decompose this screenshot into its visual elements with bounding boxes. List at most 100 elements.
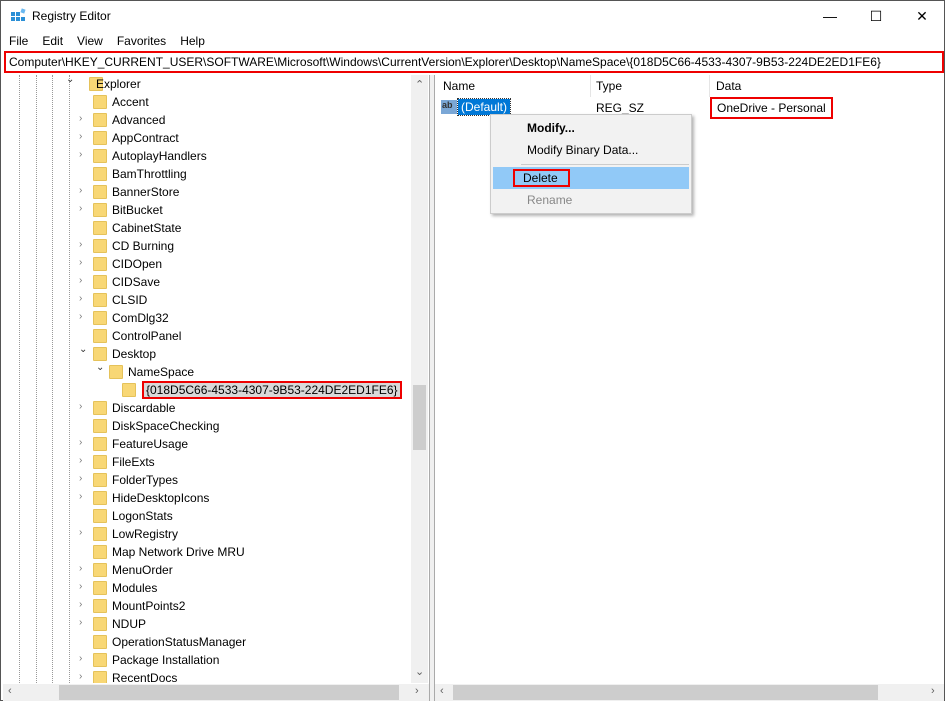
maximize-button[interactable]: ☐ — [853, 1, 899, 31]
tree-node[interactable]: › HideDesktopIcons — [3, 489, 413, 507]
tree-node[interactable]: › FeatureUsage — [3, 435, 413, 453]
chevron-right-icon[interactable]: › — [79, 473, 89, 484]
menu-view[interactable]: View — [69, 32, 109, 50]
chevron-right-icon[interactable]: › — [79, 275, 89, 286]
folder-icon — [93, 635, 107, 649]
tree-node[interactable]: › AutoplayHandlers — [3, 147, 413, 165]
folder-icon — [93, 599, 107, 613]
chevron-right-icon[interactable]: › — [79, 599, 89, 610]
chevron-right-icon[interactable]: › — [79, 671, 89, 682]
tree-node[interactable]: ⌄ Desktop — [3, 344, 413, 363]
scroll-up-icon[interactable]: ⌃ — [415, 78, 424, 91]
menu-item-delete[interactable]: Delete — [493, 167, 689, 189]
context-menu: Modify... Modify Binary Data... Delete R… — [490, 114, 692, 214]
tree-node[interactable]: ⌄ Explorer — [3, 75, 413, 93]
menu-help[interactable]: Help — [172, 32, 211, 50]
tree-hscroll-thumb[interactable] — [59, 685, 399, 700]
chevron-down-icon[interactable]: ⌄ — [66, 75, 76, 85]
chevron-right-icon[interactable]: › — [79, 257, 89, 268]
chevron-right-icon[interactable]: › — [79, 527, 89, 538]
tree-node[interactable]: DiskSpaceChecking — [3, 417, 413, 435]
folder-icon — [93, 509, 107, 523]
tree-node[interactable]: › CIDSave — [3, 273, 413, 291]
tree-node[interactable]: OperationStatusManager — [3, 633, 413, 651]
chevron-right-icon[interactable]: › — [79, 437, 89, 448]
value-data: OneDrive - Personal — [710, 97, 833, 119]
tree-node[interactable]: ⌄ NameSpace — [3, 362, 413, 381]
tree-node[interactable]: › FolderTypes — [3, 471, 413, 489]
tree-node[interactable]: › LowRegistry — [3, 525, 413, 543]
tree-node[interactable]: › ComDlg32 — [3, 309, 413, 327]
folder-icon — [93, 275, 107, 289]
scroll-left-icon[interactable]: ‹ — [8, 685, 12, 697]
column-header-name[interactable]: Name — [435, 75, 483, 97]
column-header-data[interactable]: Data — [708, 75, 749, 97]
tree-node-label: CIDSave — [112, 275, 161, 289]
tree-scroll-thumb[interactable] — [413, 385, 426, 450]
tree-horizontal-scrollbar[interactable]: ‹ › — [3, 684, 429, 701]
chevron-down-icon[interactable]: ⌄ — [79, 344, 89, 355]
tree-node[interactable]: › NDUP — [3, 615, 413, 633]
tree-vertical-scrollbar[interactable]: ⌃ ⌄ — [411, 75, 428, 683]
tree-node[interactable]: › BannerStore — [3, 183, 413, 201]
tree-node[interactable]: ControlPanel — [3, 327, 413, 345]
scroll-right-icon[interactable]: › — [415, 685, 419, 697]
chevron-right-icon[interactable]: › — [79, 203, 89, 214]
tree-node-label: ControlPanel — [112, 329, 182, 343]
chevron-right-icon[interactable]: › — [79, 401, 89, 412]
chevron-right-icon[interactable]: › — [79, 653, 89, 664]
tree-node[interactable]: › Discardable — [3, 399, 413, 417]
list-horizontal-scrollbar[interactable]: ‹ › — [435, 684, 944, 701]
tree-node[interactable]: › CLSID — [3, 291, 413, 309]
scroll-left-icon[interactable]: ‹ — [440, 685, 444, 697]
chevron-right-icon[interactable]: › — [79, 239, 89, 250]
menu-item-modify-binary[interactable]: Modify Binary Data... — [493, 139, 689, 161]
tree-node-label: Desktop — [112, 347, 157, 361]
tree-node[interactable]: › MountPoints2 — [3, 597, 413, 615]
tree-node[interactable]: › CIDOpen — [3, 255, 413, 273]
tree-node[interactable]: › Advanced — [3, 111, 413, 129]
tree-node[interactable]: › RecentDocs — [3, 669, 413, 683]
chevron-right-icon[interactable]: › — [79, 113, 89, 124]
tree-node[interactable]: Map Network Drive MRU — [3, 543, 413, 561]
list-hscroll-thumb[interactable] — [453, 685, 878, 700]
tree-node-label: Modules — [112, 581, 158, 595]
chevron-right-icon[interactable]: › — [79, 617, 89, 628]
folder-icon — [93, 131, 107, 145]
close-button[interactable]: ✕ — [899, 1, 945, 31]
chevron-right-icon[interactable]: › — [79, 455, 89, 466]
chevron-right-icon[interactable]: › — [79, 293, 89, 304]
column-header-type[interactable]: Type — [588, 75, 630, 97]
minimize-button[interactable]: — — [807, 1, 853, 31]
chevron-down-icon[interactable]: ⌄ — [96, 362, 106, 373]
folder-icon — [93, 473, 107, 487]
chevron-right-icon[interactable]: › — [79, 311, 89, 322]
tree-node[interactable]: › AppContract — [3, 129, 413, 147]
tree-node[interactable]: › Modules — [3, 579, 413, 597]
tree-node[interactable]: › FileExts — [3, 453, 413, 471]
scroll-down-icon[interactable]: ⌄ — [415, 665, 424, 678]
tree-node[interactable]: Accent — [3, 93, 413, 111]
menu-file[interactable]: File — [1, 32, 34, 50]
tree-node[interactable]: › BitBucket — [3, 201, 413, 219]
folder-icon — [93, 401, 107, 415]
tree-node[interactable]: CabinetState — [3, 219, 413, 237]
scroll-right-icon[interactable]: › — [931, 685, 935, 697]
tree-node-label: Map Network Drive MRU — [112, 545, 245, 559]
tree-node[interactable]: BamThrottling — [3, 165, 413, 183]
tree-node[interactable]: › CD Burning — [3, 237, 413, 255]
tree-node[interactable]: › Package Installation — [3, 651, 413, 669]
menu-item-modify[interactable]: Modify... — [493, 117, 689, 139]
chevron-right-icon[interactable]: › — [79, 581, 89, 592]
chevron-right-icon[interactable]: › — [79, 185, 89, 196]
menu-edit[interactable]: Edit — [34, 32, 69, 50]
tree-node[interactable]: {018D5C66-4533-4307-9B53-224DE2ED1FE6} — [3, 381, 413, 399]
chevron-right-icon[interactable]: › — [79, 563, 89, 574]
address-bar[interactable]: Computer\HKEY_CURRENT_USER\SOFTWARE\Micr… — [4, 51, 944, 73]
menu-favorites[interactable]: Favorites — [109, 32, 172, 50]
tree-node[interactable]: › MenuOrder — [3, 561, 413, 579]
chevron-right-icon[interactable]: › — [79, 131, 89, 142]
chevron-right-icon[interactable]: › — [79, 491, 89, 502]
tree-node[interactable]: LogonStats — [3, 507, 413, 525]
chevron-right-icon[interactable]: › — [79, 149, 89, 160]
